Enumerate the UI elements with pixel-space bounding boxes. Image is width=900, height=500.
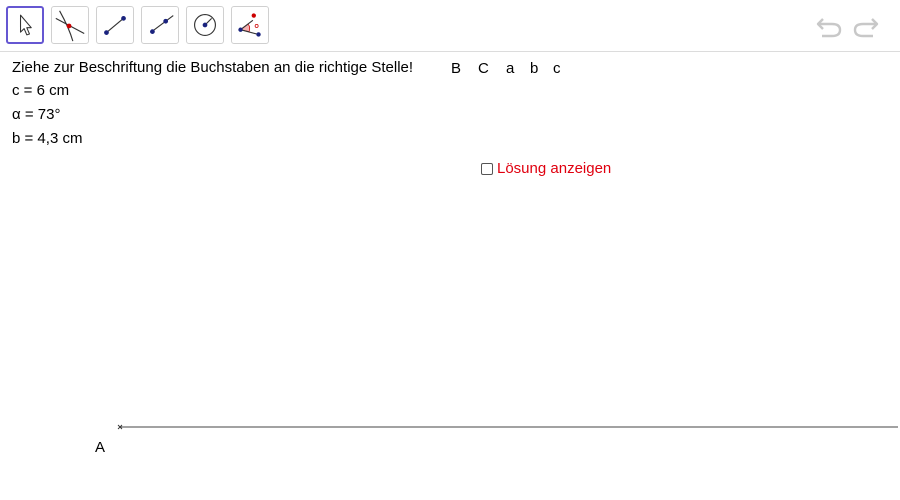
redo-icon bbox=[853, 18, 879, 38]
segment-fixed-length-tool-button[interactable] bbox=[141, 6, 179, 44]
intersect-icon bbox=[55, 10, 85, 42]
circle-tool-button[interactable] bbox=[186, 6, 224, 44]
redo-button[interactable] bbox=[851, 13, 881, 39]
segment-icon bbox=[104, 16, 126, 35]
toolbar bbox=[0, 0, 900, 52]
angle-tool-button[interactable] bbox=[231, 6, 269, 44]
construction-drawing bbox=[117, 424, 898, 430]
undo-button[interactable] bbox=[814, 13, 844, 39]
arrow-cursor-icon bbox=[19, 14, 32, 36]
angle-given-size-icon bbox=[238, 13, 261, 37]
intersect-tool-button[interactable] bbox=[51, 6, 89, 44]
segment-tool-button[interactable] bbox=[96, 6, 134, 44]
move-tool-button[interactable] bbox=[6, 6, 44, 44]
graphics-view[interactable]: Ziehe zur Beschriftung die Buchstaben an… bbox=[0, 53, 900, 500]
circle-center-radius-icon bbox=[194, 14, 216, 36]
segment-fixed-length-icon bbox=[150, 15, 174, 34]
point-A-label[interactable]: A bbox=[95, 439, 105, 457]
undo-icon bbox=[816, 18, 842, 38]
